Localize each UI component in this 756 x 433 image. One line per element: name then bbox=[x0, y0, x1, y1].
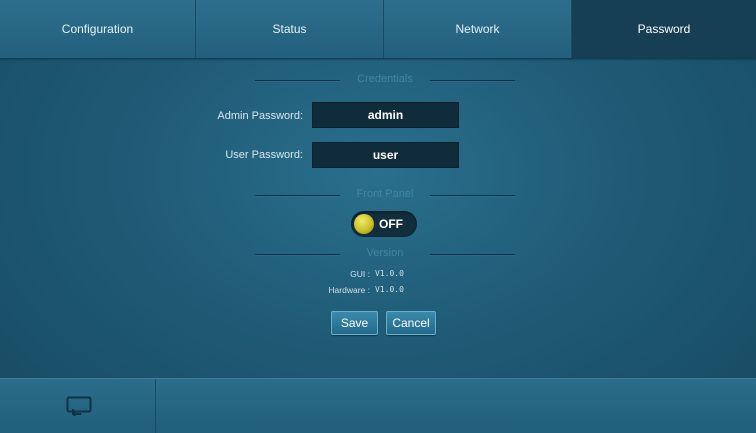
save-button[interactable]: Save bbox=[331, 311, 378, 335]
tab-bar: Configuration Status Network Password bbox=[0, 0, 756, 60]
version-title: Version bbox=[366, 247, 404, 259]
admin-password-input[interactable] bbox=[312, 102, 459, 128]
tab-network[interactable]: Network bbox=[384, 0, 572, 58]
hardware-version-label: Hardware : bbox=[328, 285, 370, 295]
credentials-title: Credentials bbox=[357, 73, 413, 85]
tab-bar-shadow bbox=[0, 58, 756, 61]
password-settings-screen: Configuration Status Network Password Cr… bbox=[0, 0, 756, 433]
cancel-button[interactable]: Cancel bbox=[386, 311, 436, 335]
version-section-header: Version bbox=[255, 247, 515, 261]
gui-version-value: V1.0.0 bbox=[375, 269, 404, 278]
bottom-bar bbox=[0, 378, 756, 433]
front-panel-toggle[interactable]: OFF bbox=[351, 211, 417, 237]
front-panel-section-header: Front Panel bbox=[255, 188, 515, 202]
admin-password-label: Admin Password: bbox=[217, 110, 303, 122]
front-panel-state: OFF bbox=[379, 217, 403, 231]
gui-version-label: GUI : bbox=[350, 269, 370, 279]
tab-status[interactable]: Status bbox=[196, 0, 384, 58]
divider bbox=[430, 254, 515, 255]
toggle-knob-icon bbox=[354, 214, 374, 234]
front-panel-title: Front Panel bbox=[356, 188, 414, 200]
hardware-version-value: V1.0.0 bbox=[375, 285, 404, 294]
tab-configuration[interactable]: Configuration bbox=[0, 0, 196, 58]
back-button[interactable] bbox=[0, 379, 156, 433]
back-return-icon bbox=[66, 396, 92, 416]
user-password-input[interactable] bbox=[312, 142, 459, 168]
user-password-label: User Password: bbox=[225, 149, 303, 161]
divider bbox=[430, 195, 515, 196]
credentials-section-header: Credentials bbox=[255, 73, 515, 87]
divider bbox=[430, 80, 515, 81]
tab-password[interactable]: Password bbox=[572, 0, 756, 58]
